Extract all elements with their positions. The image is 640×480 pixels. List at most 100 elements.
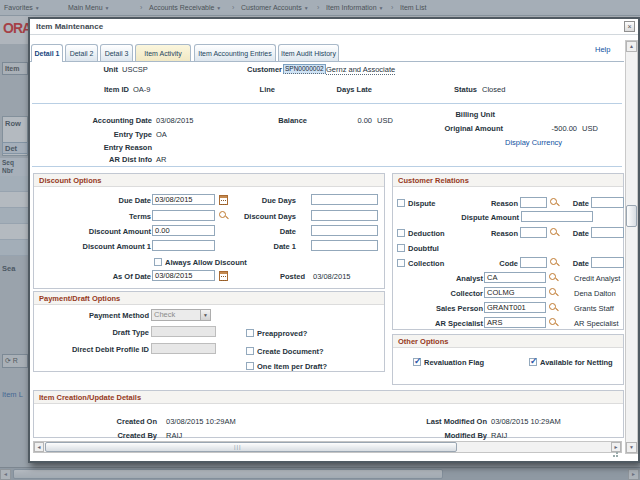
customer-relations-group: Customer Relations Dispute Reason Date D… — [392, 173, 624, 330]
date-1-label: Date 1 — [226, 242, 296, 251]
as-of-date-input[interactable]: 03/08/2015 — [152, 270, 215, 281]
collection-code-label: Code — [458, 259, 518, 268]
divider — [32, 166, 622, 167]
item-creation-update-details-title: Item Creation/Update Details — [34, 391, 623, 404]
tab-detail-1[interactable]: Detail 1 — [31, 44, 63, 62]
collector-input[interactable]: COLMG — [484, 287, 546, 298]
dispute-label: Dispute — [408, 199, 436, 208]
status-label: Status — [430, 85, 477, 94]
dispute-amount-label: Dispute Amount — [419, 213, 519, 222]
modal-titlebar: Item Maintenance × — [30, 19, 638, 35]
tab-item-audit-history[interactable]: Item Audit History — [278, 44, 339, 61]
lookup-icon[interactable] — [549, 288, 559, 298]
discount-amount-input[interactable]: 0.00 — [152, 225, 215, 236]
calendar-icon[interactable] — [219, 271, 228, 281]
modal-vertical-scrollbar[interactable]: ▲ ▼ — [625, 40, 638, 454]
payment-draft-options-title: Payment/Draft Options — [34, 292, 384, 305]
tab-detail-3[interactable]: Detail 3 — [100, 44, 133, 61]
dispute-reason-input[interactable] — [520, 197, 547, 208]
scroll-left-icon[interactable]: ◄ — [34, 442, 44, 452]
scrollbar-thumb[interactable] — [626, 205, 637, 227]
scroll-up-icon[interactable]: ▲ — [626, 41, 637, 52]
revaluation-flag-checkbox[interactable] — [413, 358, 421, 366]
other-options-title: Other Options — [393, 335, 623, 348]
scroll-down-icon[interactable]: ▼ — [626, 442, 637, 453]
direct-debit-profile-id-label: Direct Debit Profile ID — [49, 345, 149, 354]
doubtful-label: Doubtful — [408, 244, 439, 253]
payment-draft-options-group: Payment/Draft Options Payment Method Che… — [33, 291, 385, 372]
customer-id-field[interactable]: SPN0000002 — [283, 64, 326, 74]
dispute-date-input[interactable] — [591, 197, 624, 208]
analyst-input[interactable]: CA — [484, 272, 546, 283]
customer-name-link[interactable]: Gernz and Associate — [326, 65, 395, 75]
created-on-label: Created On — [57, 417, 157, 426]
dispute-checkbox[interactable] — [397, 199, 405, 207]
due-days-input[interactable] — [311, 194, 378, 205]
ar-specialist-input[interactable]: ARS — [484, 317, 546, 328]
accounting-date-value: 03/08/2015 — [156, 116, 194, 125]
lookup-icon[interactable] — [549, 273, 559, 283]
deduction-reason-input[interactable] — [520, 227, 547, 238]
help-link[interactable]: Help — [595, 45, 610, 54]
collection-checkbox[interactable] — [397, 259, 405, 267]
dispute-amount-input[interactable] — [521, 211, 593, 222]
date-label: Date — [226, 227, 296, 236]
analyst-description: Credit Analyst — [574, 274, 620, 283]
ar-specialist-description: AR Specialist — [574, 319, 619, 328]
dropdown-arrow-icon[interactable]: ▼ — [200, 310, 210, 320]
posted-value: 03/08/2015 — [313, 272, 351, 281]
sales-person-input[interactable]: GRANT001 — [484, 302, 546, 313]
collection-date-input[interactable] — [591, 257, 624, 268]
item-maintenance-modal: Item Maintenance × Help ▲ ▼ Detail 1 Det… — [28, 17, 640, 463]
draft-type-input — [151, 326, 216, 337]
display-currency-link[interactable]: Display Currency — [505, 138, 562, 147]
dispute-reason-label: Reason — [458, 199, 518, 208]
modal-horizontal-scrollbar[interactable]: ◄ ► ||| — [33, 441, 622, 453]
draft-type-label: Draft Type — [49, 328, 149, 337]
item-creation-update-details-group: Item Creation/Update Details Created On … — [33, 390, 624, 438]
create-document-checkbox[interactable] — [246, 347, 254, 355]
collection-code-input[interactable] — [520, 257, 547, 268]
deduction-date-label: Date — [553, 229, 589, 238]
resize-grip-icon[interactable] — [613, 455, 619, 461]
modified-by-value: RAIJ — [491, 431, 507, 440]
available-for-netting-checkbox[interactable] — [529, 358, 537, 366]
ar-specialist-label: AR Specialist — [413, 319, 483, 328]
lookup-icon[interactable] — [549, 303, 559, 313]
original-amount-value: -500.00 — [525, 124, 577, 133]
payment-method-select[interactable]: Check▼ — [151, 309, 211, 321]
discount-amount-1-input[interactable] — [152, 240, 215, 251]
sales-person-label: Sales Person — [413, 304, 483, 313]
original-amount-currency: USD — [582, 124, 598, 133]
collection-label: Collection — [408, 259, 444, 268]
scroll-right-icon[interactable]: ► — [611, 442, 621, 452]
tab-detail-2[interactable]: Detail 2 — [65, 44, 98, 61]
other-options-group: Other Options Revaluation Flag Available… — [392, 334, 624, 385]
original-amount-label: Original Amount — [410, 124, 503, 133]
deduction-checkbox[interactable] — [397, 229, 405, 237]
last-modified-on-label: Last Modified On — [364, 417, 487, 426]
discount-days-label: Discount Days — [226, 212, 296, 221]
collector-label: Collector — [413, 289, 483, 298]
item-id-value: OA-9 — [133, 85, 151, 94]
doubtful-checkbox[interactable] — [397, 244, 405, 252]
revaluation-flag-label: Revaluation Flag — [424, 358, 484, 367]
scrollbar-thumb[interactable] — [45, 442, 457, 452]
always-allow-discount-label: Always Allow Discount — [165, 258, 247, 267]
due-date-input[interactable]: 03/08/2015 — [152, 194, 215, 205]
date-input[interactable] — [311, 225, 378, 236]
accounting-date-label: Accounting Date — [50, 116, 152, 125]
create-document-label: Create Document? — [257, 347, 324, 356]
terms-input[interactable] — [152, 210, 215, 221]
lookup-icon[interactable] — [549, 318, 559, 328]
preapproved-checkbox[interactable] — [246, 329, 254, 337]
tab-item-activity[interactable]: Item Activity — [135, 44, 191, 61]
discount-days-input[interactable] — [311, 210, 378, 221]
deduction-date-input[interactable] — [591, 227, 624, 238]
one-item-per-draft-checkbox[interactable] — [246, 362, 254, 370]
days-late-label: Days Late — [320, 85, 372, 94]
close-icon[interactable]: × — [624, 21, 635, 32]
date-1-input[interactable] — [311, 240, 378, 251]
tab-item-accounting-entries[interactable]: Item Accounting Entries — [194, 44, 276, 61]
always-allow-discount-checkbox[interactable] — [154, 258, 162, 266]
